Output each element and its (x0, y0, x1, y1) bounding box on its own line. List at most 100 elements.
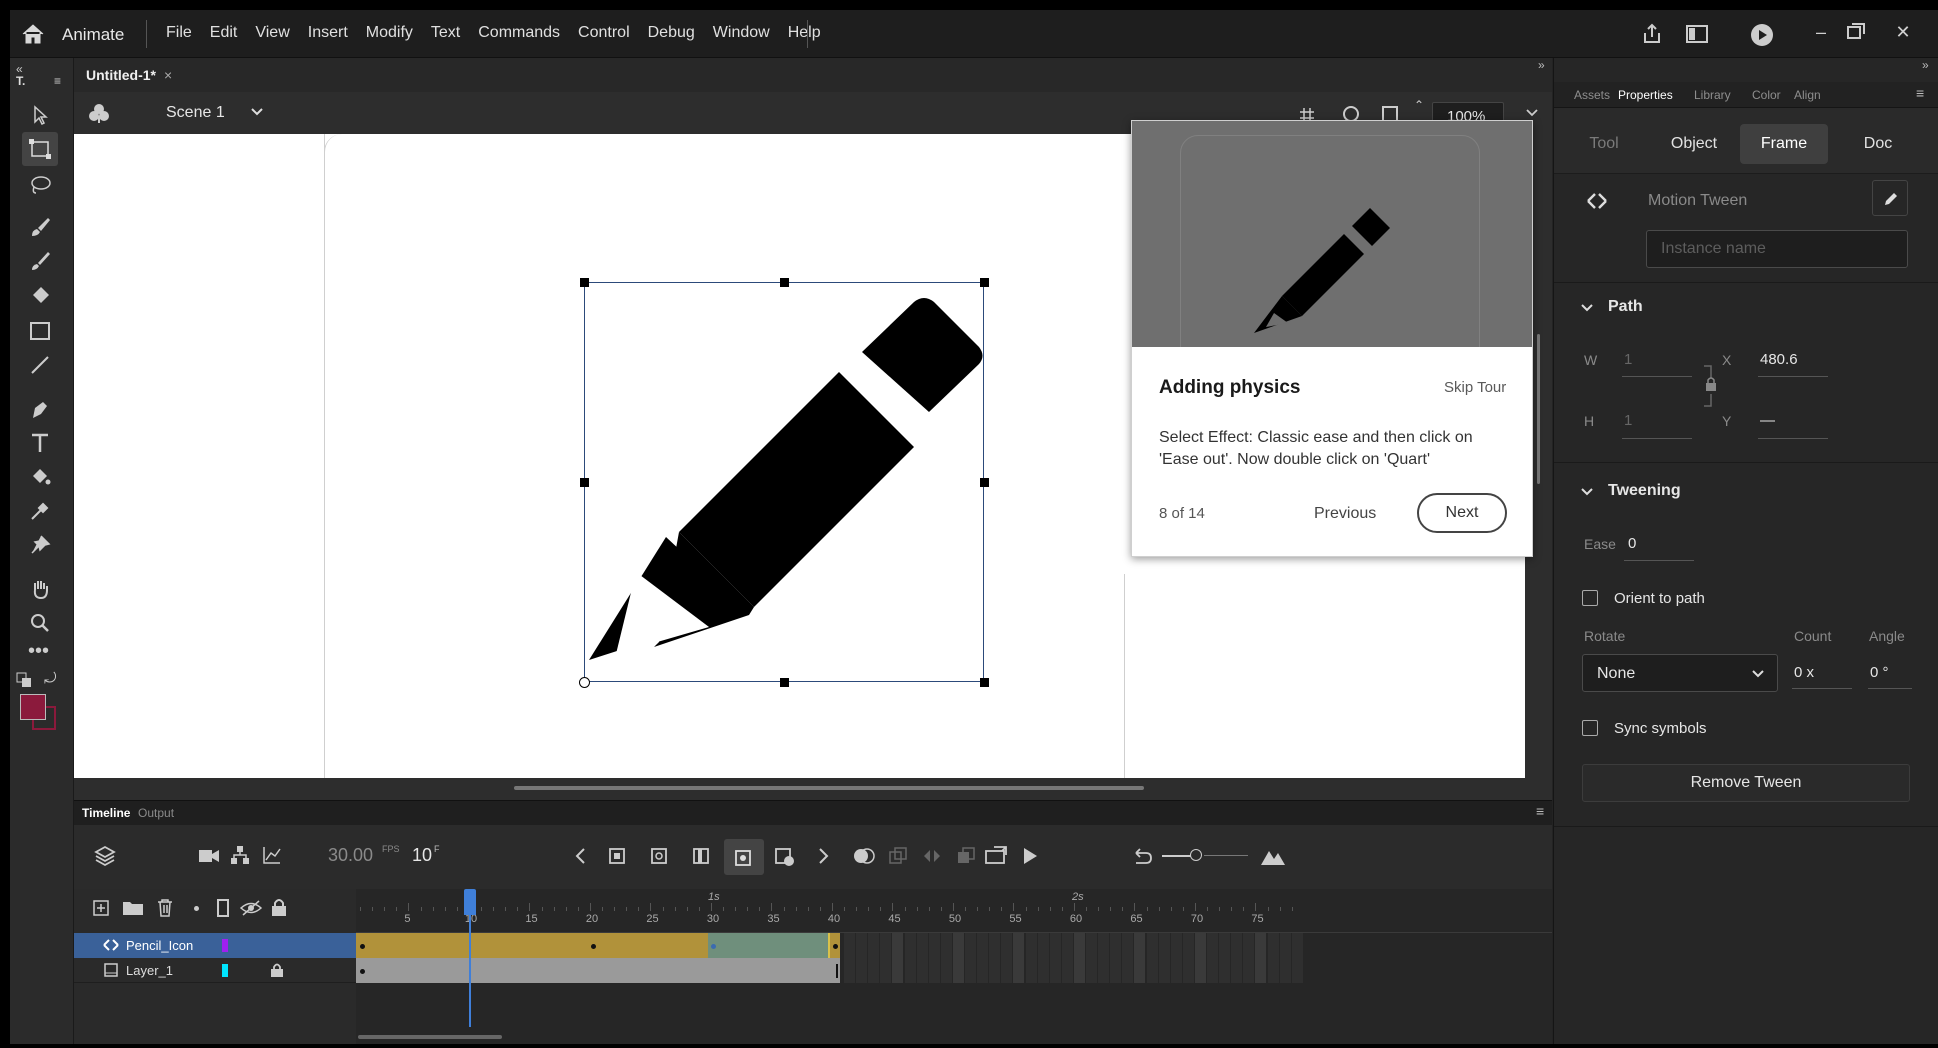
segment-frame[interactable]: Frame (1740, 124, 1828, 164)
empty-frame-cell[interactable] (1013, 958, 1025, 983)
menu-edit[interactable]: Edit (210, 24, 238, 42)
pen-tool-icon[interactable] (22, 392, 58, 426)
new-folder-icon[interactable] (122, 899, 144, 917)
empty-frame-cell[interactable] (1013, 933, 1025, 958)
transform-handle[interactable] (580, 478, 589, 487)
transform-handle[interactable] (580, 278, 589, 287)
empty-frame-cell[interactable] (1194, 958, 1206, 983)
empty-frame-cell[interactable] (904, 933, 916, 958)
layer-row-layer-1[interactable]: Layer_1 (74, 958, 356, 983)
empty-frame-cell[interactable] (868, 958, 880, 983)
line-tool-icon[interactable] (22, 348, 58, 382)
empty-frame-cell[interactable] (1037, 958, 1049, 983)
camera-icon[interactable] (198, 847, 220, 865)
empty-frame-cell[interactable] (1061, 958, 1073, 983)
empty-frame-cell[interactable] (977, 933, 989, 958)
layer-lock-icon[interactable] (270, 962, 284, 978)
empty-frame-cell[interactable] (1025, 958, 1037, 983)
previous-keyframe-icon[interactable] (574, 847, 588, 865)
path-section-title[interactable]: Path (1608, 298, 1643, 316)
tween-span-selected[interactable] (708, 933, 828, 958)
free-transform-tool-icon[interactable] (22, 132, 58, 166)
empty-frame-cell[interactable] (989, 933, 1001, 958)
menu-modify[interactable]: Modify (366, 24, 413, 42)
rectangle-tool-icon[interactable] (22, 314, 58, 348)
scene-dropdown-icon[interactable] (250, 106, 264, 118)
next-keyframe-icon[interactable] (816, 847, 830, 865)
graph-icon[interactable] (262, 845, 282, 865)
onion-skin-icon[interactable] (852, 845, 876, 867)
insert-blank-keyframe-icon[interactable] (650, 847, 668, 865)
test-movie-icon[interactable] (1750, 23, 1774, 47)
empty-frame-cell[interactable] (1279, 958, 1291, 983)
keyframe-marker[interactable] (591, 944, 596, 949)
sync-symbols-checkbox[interactable] (1582, 720, 1598, 736)
instance-name-input[interactable]: Instance name (1646, 230, 1908, 268)
menu-file[interactable]: File (166, 24, 192, 42)
rotate-select[interactable]: None (1582, 654, 1778, 692)
skip-tour-link[interactable]: Skip Tour (1444, 379, 1506, 396)
empty-frame-cell[interactable] (952, 933, 964, 958)
empty-frame-cell[interactable] (1158, 933, 1170, 958)
tween-span[interactable] (356, 933, 708, 958)
selection-tool-icon[interactable] (22, 98, 58, 132)
panel-menu-icon[interactable]: ≡ (1916, 85, 1924, 101)
stage-horizontal-scrollbar[interactable] (74, 778, 1552, 800)
chevron-down-icon[interactable] (1580, 486, 1594, 498)
create-tween-button[interactable] (724, 839, 764, 875)
empty-frame-cell[interactable] (1170, 958, 1182, 983)
current-frame-value[interactable]: 10 (412, 845, 432, 866)
empty-frame-cell[interactable] (892, 958, 904, 983)
empty-frame-cell[interactable] (1243, 933, 1255, 958)
menu-window[interactable]: Window (713, 24, 770, 42)
empty-frame-cell[interactable] (1219, 958, 1231, 983)
orient-to-path-label[interactable]: Orient to path (1614, 590, 1705, 607)
layer-name[interactable]: Layer_1 (126, 963, 173, 978)
zoom-slider-thumb[interactable] (1190, 849, 1202, 861)
empty-frame-cell[interactable] (1207, 933, 1219, 958)
pin-tool-icon[interactable] (22, 528, 58, 562)
empty-frame-cell[interactable] (1146, 958, 1158, 983)
empty-frame-cell[interactable] (1098, 933, 1110, 958)
empty-frame-cell[interactable] (1061, 933, 1073, 958)
empty-frame-cell[interactable] (1110, 958, 1122, 983)
layer-row-pencil-icon[interactable]: Pencil_Icon (74, 933, 356, 958)
insert-frame-icon[interactable] (692, 847, 710, 865)
empty-frame-cell[interactable] (928, 933, 940, 958)
swap-colors-icon[interactable]: ⤾ (44, 670, 57, 687)
empty-frame-cell[interactable] (880, 958, 892, 983)
frame-size-icon[interactable] (1260, 845, 1286, 867)
empty-frame-cell[interactable] (1194, 933, 1206, 958)
empty-frame-cell[interactable] (844, 933, 856, 958)
empty-frame-cell[interactable] (1086, 933, 1098, 958)
empty-frame-cell[interactable] (892, 933, 904, 958)
transform-handle[interactable] (980, 478, 989, 487)
empty-frame-cell[interactable] (1025, 933, 1037, 958)
segment-object[interactable]: Object (1650, 124, 1738, 164)
empty-frame-cell[interactable] (965, 958, 977, 983)
empty-frame-cell[interactable] (1255, 958, 1267, 983)
empty-frame-cell[interactable] (940, 958, 952, 983)
home-icon[interactable] (20, 22, 46, 46)
insert-keyframe-icon[interactable] (608, 847, 626, 865)
eraser-tool-icon[interactable] (22, 278, 58, 312)
share-icon[interactable] (1640, 22, 1664, 46)
empty-frame-cell[interactable] (904, 958, 916, 983)
vertical-scroll-thumb[interactable] (1537, 334, 1540, 484)
empty-frame-cell[interactable] (880, 933, 892, 958)
tab-output[interactable]: Output (138, 806, 174, 820)
edit-easing-button[interactable] (1872, 180, 1908, 216)
y-value[interactable]: — (1760, 412, 1775, 429)
layer-color-marker[interactable] (222, 964, 228, 977)
tab-timeline[interactable]: Timeline (82, 806, 130, 820)
paint-bucket-tool-icon[interactable] (22, 460, 58, 494)
tab-properties[interactable]: Properties (1618, 88, 1673, 102)
transform-handle[interactable] (980, 278, 989, 287)
layer-color-marker[interactable] (222, 939, 228, 952)
empty-frame-cell[interactable] (1231, 958, 1243, 983)
delete-layer-icon[interactable] (156, 898, 174, 918)
empty-frame-cell[interactable] (965, 933, 977, 958)
tab-assets[interactable]: Assets (1574, 88, 1610, 102)
layer-name[interactable]: Pencil_Icon (126, 938, 193, 953)
keyframe-marker[interactable] (360, 944, 365, 949)
